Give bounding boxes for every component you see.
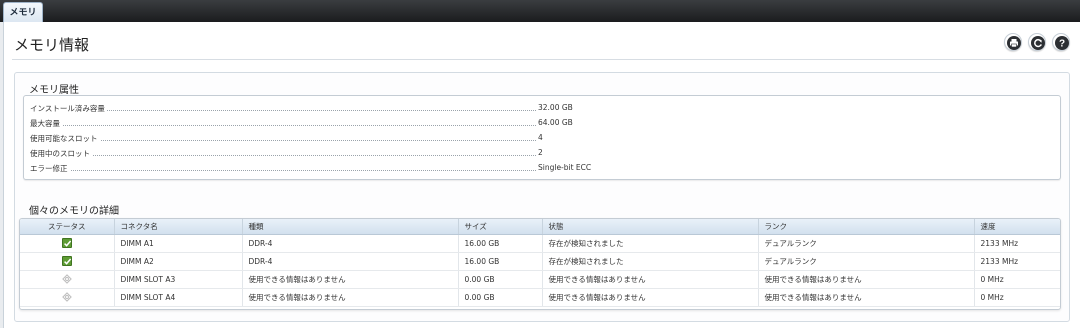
column-header-speed[interactable]: 速度 bbox=[974, 219, 1060, 235]
memory-page: メモリ情報 ? メモリ属性 インストール済み容量 32.00 GB 最大容量 6… bbox=[3, 22, 1080, 328]
leader-dots bbox=[30, 140, 536, 141]
memory-details-table-box: ステータス コネクタ名 種類 サイズ 状態 ランク 速度 DIMM A1 DDR… bbox=[19, 218, 1061, 310]
attribute-label: インストール済み容量 bbox=[30, 103, 107, 114]
speed-cell: 0 MHz bbox=[974, 270, 1060, 289]
state-cell: 使用できる情報はありません bbox=[542, 288, 759, 307]
status-cell bbox=[20, 252, 115, 271]
rank-cell: 使用できる情報はありません bbox=[758, 270, 975, 289]
table-row: DIMM A1 DDR-4 16.00 GB 存在が検知されました デュアルラン… bbox=[20, 234, 1060, 253]
type-cell: DDR-4 bbox=[242, 252, 459, 271]
help-icon: ? bbox=[1055, 36, 1069, 50]
help-button[interactable]: ? bbox=[1052, 33, 1070, 51]
leader-dots bbox=[30, 155, 536, 156]
status-cell bbox=[20, 270, 115, 289]
refresh-button[interactable] bbox=[1028, 33, 1046, 51]
size-cell: 16.00 GB bbox=[458, 234, 543, 253]
attribute-value: 64.00 GB bbox=[538, 118, 573, 127]
attribute-value: 2 bbox=[538, 148, 543, 157]
leader-dots bbox=[30, 170, 536, 171]
attribute-label: エラー修正 bbox=[30, 163, 70, 174]
rank-cell: 使用できる情報はありません bbox=[758, 288, 975, 307]
table-header-row: ステータス コネクタ名 種類 サイズ 状態 ランク 速度 bbox=[20, 219, 1060, 235]
connector-cell: DIMM SLOT A3 bbox=[114, 270, 243, 289]
rank-cell: デュアルランク bbox=[758, 234, 975, 253]
attribute-label: 使用中のスロット bbox=[30, 148, 92, 159]
type-cell: 使用できる情報はありません bbox=[242, 288, 459, 307]
printer-icon bbox=[1007, 36, 1021, 50]
column-header-status[interactable]: ステータス bbox=[20, 219, 115, 235]
size-cell: 0.00 GB bbox=[458, 270, 543, 289]
attribute-row: 最大容量 64.00 GB bbox=[30, 115, 1056, 130]
table-row: DIMM A2 DDR-4 16.00 GB 存在が検知されました デュアルラン… bbox=[20, 252, 1060, 271]
tab-memory[interactable]: メモリ bbox=[3, 2, 43, 23]
memory-panel: メモリ属性 インストール済み容量 32.00 GB 最大容量 64.00 GB … bbox=[14, 72, 1070, 322]
attribute-row: 使用可能なスロット 4 bbox=[30, 130, 1056, 145]
svg-text:?: ? bbox=[1059, 39, 1065, 50]
attribute-row: エラー修正 Single-bit ECC bbox=[30, 160, 1056, 175]
attribute-row: 使用中のスロット 2 bbox=[30, 145, 1056, 160]
unavailable-icon bbox=[61, 274, 72, 284]
column-header-rank[interactable]: ランク bbox=[758, 219, 975, 235]
attribute-label: 最大容量 bbox=[30, 118, 62, 129]
connector-cell: DIMM SLOT A4 bbox=[114, 288, 243, 307]
speed-cell: 2133 MHz bbox=[974, 234, 1060, 253]
column-header-type[interactable]: 種類 bbox=[242, 219, 459, 235]
table-row: DIMM SLOT A4 使用できる情報はありません 0.00 GB 使用できる… bbox=[20, 288, 1060, 307]
print-button[interactable] bbox=[1004, 33, 1022, 51]
attribute-value: 4 bbox=[538, 133, 543, 142]
type-cell: 使用できる情報はありません bbox=[242, 270, 459, 289]
state-cell: 存在が検知されました bbox=[542, 234, 759, 253]
status-cell bbox=[20, 288, 115, 307]
speed-cell: 0 MHz bbox=[974, 288, 1060, 307]
connector-cell: DIMM A1 bbox=[114, 234, 243, 253]
rank-cell: デュアルランク bbox=[758, 252, 975, 271]
title-divider bbox=[12, 59, 1070, 60]
unavailable-icon bbox=[61, 292, 72, 302]
column-header-connector[interactable]: コネクタ名 bbox=[114, 219, 243, 235]
column-header-size[interactable]: サイズ bbox=[458, 219, 543, 235]
memory-details-table: ステータス コネクタ名 種類 サイズ 状態 ランク 速度 DIMM A1 DDR… bbox=[20, 219, 1060, 307]
attribute-row: インストール済み容量 32.00 GB bbox=[30, 100, 1056, 115]
state-cell: 使用できる情報はありません bbox=[542, 270, 759, 289]
table-row: DIMM SLOT A3 使用できる情報はありません 0.00 GB 使用できる… bbox=[20, 270, 1060, 289]
size-cell: 0.00 GB bbox=[458, 288, 543, 307]
column-header-state[interactable]: 状態 bbox=[542, 219, 759, 235]
top-bar: メモリ bbox=[0, 0, 1080, 23]
ok-check-icon bbox=[61, 238, 72, 248]
state-cell: 存在が検知されました bbox=[542, 252, 759, 271]
memory-attributes-box: インストール済み容量 32.00 GB 最大容量 64.00 GB 使用可能なス… bbox=[23, 95, 1061, 180]
ok-check-icon bbox=[61, 256, 72, 266]
attribute-value: Single-bit ECC bbox=[538, 163, 592, 172]
size-cell: 16.00 GB bbox=[458, 252, 543, 271]
speed-cell: 2133 MHz bbox=[974, 252, 1060, 271]
memory-details-title: 個々のメモリの詳細 bbox=[29, 206, 119, 217]
connector-cell: DIMM A2 bbox=[114, 252, 243, 271]
leader-dots bbox=[30, 125, 536, 126]
attribute-value: 32.00 GB bbox=[538, 103, 573, 112]
refresh-icon bbox=[1031, 36, 1045, 50]
status-cell bbox=[20, 234, 115, 253]
memory-attributes-title: メモリ属性 bbox=[29, 85, 79, 96]
attribute-label: 使用可能なスロット bbox=[30, 133, 100, 144]
page-title: メモリ情報 bbox=[14, 36, 90, 54]
type-cell: DDR-4 bbox=[242, 234, 459, 253]
